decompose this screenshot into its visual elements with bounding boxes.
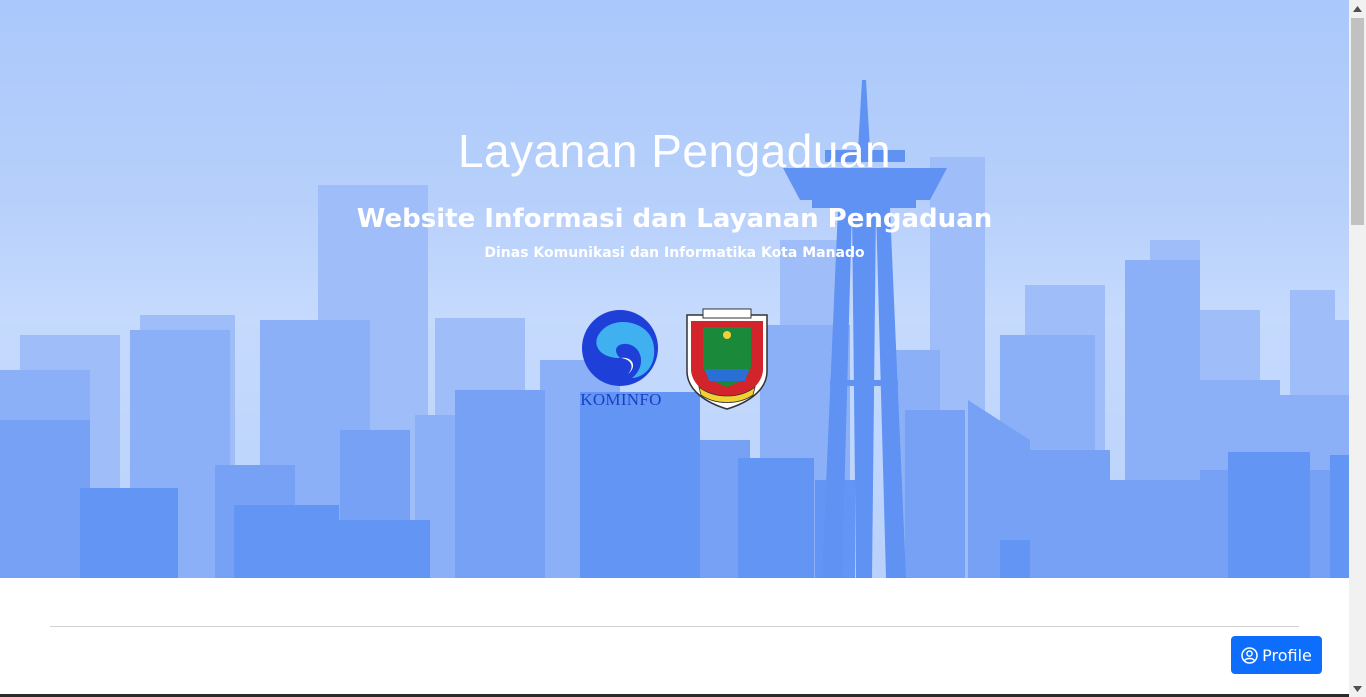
scroll-down-arrow-icon[interactable] [1349,680,1366,697]
profile-button-label: Profile [1262,645,1312,665]
section-divider [50,626,1299,627]
kominfo-logo: KOMINFO [572,308,672,412]
user-circle-icon [1241,646,1258,664]
scroll-up-arrow-icon[interactable] [1349,0,1366,17]
scrollbar-thumb[interactable] [1351,18,1364,225]
profile-button[interactable]: Profile [1231,636,1322,674]
hero-banner: Layanan Pengaduan Website Informasi dan … [0,0,1349,578]
kota-manado-emblem [683,307,771,411]
agency-tagline: Dinas Komunikasi dan Informatika Kota Ma… [484,245,865,261]
vertical-scrollbar[interactable] [1349,0,1366,697]
kominfo-wordmark: KOMINFO [580,390,662,409]
city-skyline-illustration [0,80,1349,578]
page-title: Layanan Pengaduan [457,125,892,177]
page-subtitle: Website Informasi dan Layanan Pengaduan [356,204,993,234]
